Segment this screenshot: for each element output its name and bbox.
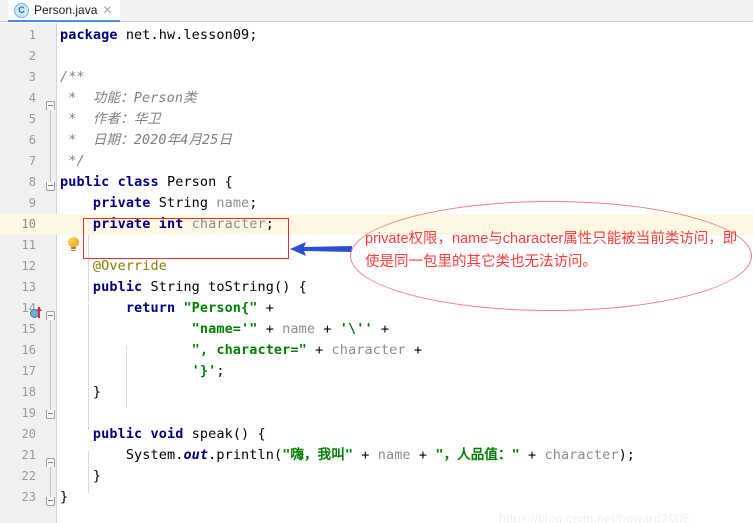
code-line[interactable]: 18 } xyxy=(0,382,753,403)
line-number[interactable]: 2 xyxy=(0,46,36,67)
line-number[interactable]: 3 xyxy=(0,67,36,88)
lightbulb-base xyxy=(71,247,76,249)
code-line[interactable]: 3 /** xyxy=(0,67,753,88)
line-number[interactable]: 20 xyxy=(0,424,36,445)
code-line[interactable]: 10 private int character; xyxy=(0,214,753,235)
overriding-method-icon[interactable] xyxy=(30,307,44,320)
code-line[interactable]: 14 return "Person{" + xyxy=(0,298,753,319)
code-text[interactable]: private int character; xyxy=(60,214,274,235)
lightbulb-base xyxy=(71,249,76,251)
code-line[interactable]: 17 '}'; xyxy=(0,361,753,382)
code-line[interactable]: 4 * 功能：Person类 xyxy=(0,88,753,109)
code-line[interactable]: 12 @Override xyxy=(0,256,753,277)
code-text[interactable]: /** xyxy=(60,67,85,88)
tab-label: Person.java xyxy=(34,3,98,17)
code-text[interactable]: System.out.println("嗨，我叫" + name + "，人品值… xyxy=(60,445,635,466)
line-number[interactable]: 1 xyxy=(0,25,36,46)
code-line[interactable]: 7 */ xyxy=(0,151,753,172)
code-text[interactable]: return "Person{" + xyxy=(60,298,274,319)
close-icon[interactable]: ✕ xyxy=(102,4,112,16)
line-number[interactable]: 16 xyxy=(0,340,36,361)
code-line[interactable]: 5 * 作者：华卫 xyxy=(0,109,753,130)
code-line[interactable]: 21 System.out.println("嗨，我叫" + name + "，… xyxy=(0,445,753,466)
code-text[interactable]: } xyxy=(60,487,68,508)
code-line[interactable]: 19 xyxy=(0,403,753,424)
code-text[interactable]: package net.hw.lesson09; xyxy=(60,25,258,46)
code-text[interactable]: * 功能：Person类 xyxy=(60,88,197,109)
code-line[interactable]: 15 "name='" + name + '\'' + xyxy=(0,319,753,340)
code-line[interactable]: 6 * 日期：2020年4月25日 xyxy=(0,130,753,151)
code-line[interactable]: 9 private String name; xyxy=(0,193,753,214)
lightbulb-glass xyxy=(68,237,79,247)
code-text[interactable]: ", character=" + character + xyxy=(60,340,422,361)
editor-tab-bar: C Person.java ✕ xyxy=(0,0,753,22)
code-text[interactable]: public void speak() { xyxy=(60,424,266,445)
line-number[interactable]: 6 xyxy=(0,130,36,151)
code-text[interactable]: @Override xyxy=(60,256,167,277)
code-text[interactable]: public String toString() { xyxy=(60,277,307,298)
code-line[interactable]: 13 public String toString() { xyxy=(0,277,753,298)
line-number[interactable]: 11 xyxy=(0,235,36,256)
line-number[interactable]: 21 xyxy=(0,445,36,466)
code-line[interactable]: 20 public void speak() { xyxy=(0,424,753,445)
code-text[interactable]: "name='" + name + '\'' + xyxy=(60,319,389,340)
line-number[interactable]: 13 xyxy=(0,277,36,298)
tab-person-java[interactable]: C Person.java ✕ xyxy=(8,0,121,22)
intention-lightbulb-icon[interactable] xyxy=(68,237,79,251)
code-text[interactable]: private String name; xyxy=(60,193,258,214)
line-number[interactable]: 18 xyxy=(0,382,36,403)
code-line[interactable]: 22 } xyxy=(0,466,753,487)
line-number[interactable]: 9 xyxy=(0,193,36,214)
code-text[interactable]: '}'; xyxy=(60,361,225,382)
code-editor[interactable]: 1 package net.hw.lesson09; 2 3/** 4 * 功能：Per… xyxy=(0,23,753,523)
line-number[interactable]: 23 xyxy=(0,487,36,508)
line-number[interactable]: 17 xyxy=(0,361,36,382)
line-number[interactable]: 8 xyxy=(0,172,36,193)
code-line[interactable]: 2 xyxy=(0,46,753,67)
code-text[interactable]: */ xyxy=(60,151,85,172)
line-number[interactable]: 5 xyxy=(0,109,36,130)
code-line[interactable]: 23} xyxy=(0,487,753,508)
code-line[interactable]: 11 xyxy=(0,235,753,256)
line-number[interactable]: 22 xyxy=(0,466,36,487)
line-number[interactable]: 10 xyxy=(0,214,36,235)
line-number[interactable]: 15 xyxy=(0,319,36,340)
code-line[interactable]: 8 public class Person { xyxy=(0,172,753,193)
code-text[interactable]: * 作者：华卫 xyxy=(60,109,161,130)
line-number[interactable]: 12 xyxy=(0,256,36,277)
code-text[interactable]: } xyxy=(60,382,101,403)
watermark: https://blog.csdn.net/howard2005 xyxy=(499,512,690,523)
line-number[interactable]: 7 xyxy=(0,151,36,172)
code-line[interactable]: 1 package net.hw.lesson09; xyxy=(0,25,753,46)
code-text[interactable]: public class Person { xyxy=(60,172,233,193)
code-text[interactable]: } xyxy=(60,466,101,487)
line-number[interactable]: 4 xyxy=(0,88,36,109)
line-number[interactable]: 19 xyxy=(0,403,36,424)
override-arrow-head xyxy=(36,307,42,311)
code-line[interactable]: 16 ", character=" + character + xyxy=(0,340,753,361)
java-class-icon: C xyxy=(14,2,29,18)
code-text[interactable]: * 日期：2020年4月25日 xyxy=(60,130,232,151)
